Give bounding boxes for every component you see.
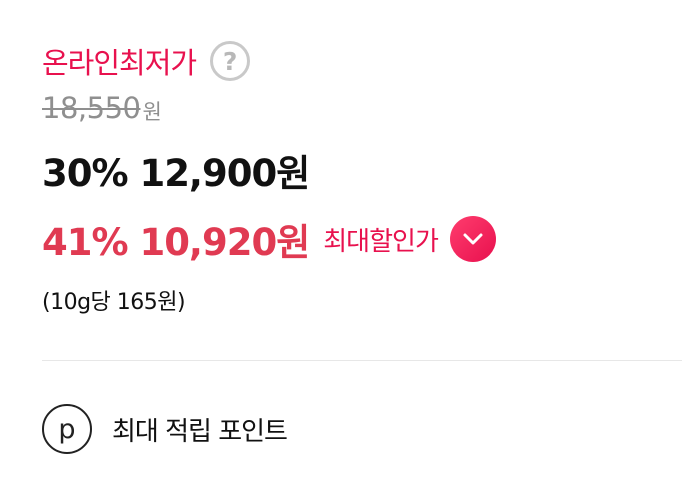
unit-price-row: (10g당 165원) — [42, 280, 186, 320]
original-price-unit: 원 — [142, 100, 162, 124]
sale-price: 30% 12,900원 — [42, 152, 310, 195]
original-price-row: 18,550 원 — [42, 88, 162, 128]
chevron-down-icon[interactable] — [449, 216, 496, 262]
max-points-label: 최대 적립 포인트 — [112, 416, 288, 447]
sale-price-row: 30% 12,900원 — [42, 142, 310, 198]
point-icon: p — [42, 404, 92, 454]
online-lowest-price-label: 온라인최저가 — [42, 46, 197, 80]
max-discount-label: 최대할인가 — [323, 226, 439, 257]
max-discount-price: 41% 10,920원 — [42, 221, 310, 264]
unit-price: (10g당 165원) — [42, 290, 186, 315]
divider — [42, 360, 682, 361]
question-icon[interactable]: ? — [210, 41, 251, 81]
max-points-row[interactable]: p 최대 적립 포인트 — [42, 404, 288, 454]
online-lowest-price-row: 온라인최저가 ? — [42, 36, 251, 86]
max-discount-row: 41% 10,920원 최대할인가 — [42, 210, 496, 268]
original-price: 18,550 — [42, 91, 141, 125]
